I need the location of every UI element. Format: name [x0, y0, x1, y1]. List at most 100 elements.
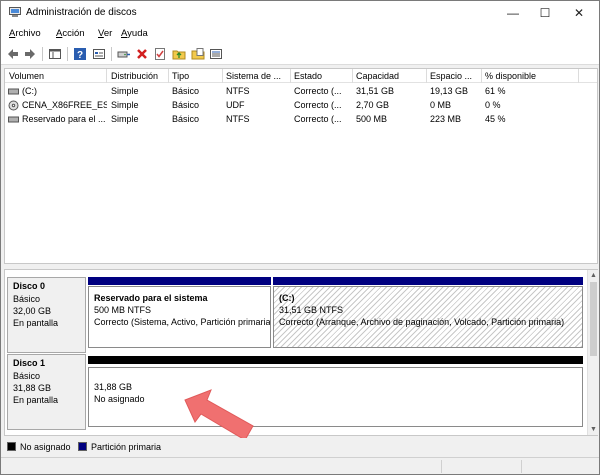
- properties-icon[interactable]: [92, 47, 106, 61]
- disk-size: 31,88 GB: [13, 383, 52, 393]
- cell-layout: Simple: [111, 114, 139, 124]
- column-divider[interactable]: [578, 69, 579, 83]
- toolbar-separator: [111, 47, 112, 61]
- cell-free-space: 0 MB: [430, 100, 452, 110]
- minimize-button[interactable]: —: [497, 1, 529, 25]
- volume-row[interactable]: (C:) Simple Básico NTFS Correcto (... 31…: [5, 84, 597, 98]
- cell-type: Básico: [172, 86, 200, 96]
- cell-percent-free: 61 %: [485, 86, 506, 96]
- column-divider[interactable]: [481, 69, 482, 83]
- cell-capacity: 31,51 GB: [356, 86, 395, 96]
- disk-name: Disco 1: [13, 358, 46, 368]
- column-divider[interactable]: [352, 69, 353, 83]
- volume-row[interactable]: Reservado para el ... Simple Básico NTFS…: [5, 112, 597, 126]
- column-divider[interactable]: [222, 69, 223, 83]
- cell-free-space: 19,13 GB: [430, 86, 469, 96]
- cell-filesystem: NTFS: [226, 86, 250, 96]
- partition-unallocated[interactable]: 31,88 GB No asignado: [88, 367, 583, 427]
- disk-state: En pantalla: [13, 395, 59, 405]
- column-header-espacio[interactable]: Espacio ...: [430, 71, 472, 81]
- forward-arrow-icon[interactable]: [23, 47, 37, 61]
- vertical-scrollbar[interactable]: ▲ ▼: [587, 270, 598, 435]
- column-divider[interactable]: [290, 69, 291, 83]
- volume-list: Volumen Distribución Tipo Sistema de ...…: [4, 68, 598, 264]
- partition-status: No asignado: [94, 394, 145, 404]
- menu-accion[interactable]: Acción: [56, 28, 85, 39]
- column-header-sistema[interactable]: Sistema de ...: [226, 71, 281, 81]
- legend-label: Partición primaria: [91, 442, 162, 452]
- connect-drive-icon[interactable]: [117, 47, 131, 61]
- disk-type: Básico: [13, 371, 41, 381]
- partition-status: Correcto (Arranque, Archivo de paginació…: [279, 317, 565, 327]
- cell-volume: Reservado para el ...: [22, 114, 106, 124]
- cell-capacity: 2,70 GB: [356, 100, 390, 110]
- legend-label: No asignado: [20, 442, 71, 452]
- column-header-estado[interactable]: Estado: [294, 71, 322, 81]
- cell-status: Correcto (...: [294, 114, 342, 124]
- legend: No asignado Partición primaria: [1, 438, 599, 456]
- toolbar-separator: [42, 47, 43, 61]
- volume-row[interactable]: CENA_X86FREE_ES... Simple Básico UDF Cor…: [5, 98, 597, 112]
- cell-percent-free: 45 %: [485, 114, 506, 124]
- list-view-icon[interactable]: [209, 47, 223, 61]
- delete-icon[interactable]: [135, 47, 149, 61]
- cell-layout: Simple: [111, 86, 139, 96]
- partition-title: Reservado para el sistema: [94, 293, 208, 303]
- folder-up-icon[interactable]: [172, 47, 186, 61]
- partition-size: 500 MB NTFS: [94, 305, 152, 315]
- partition-bar-primary: [273, 277, 583, 285]
- volume-icon: [8, 116, 19, 123]
- partition-title: (C:): [279, 293, 295, 303]
- column-header-volumen[interactable]: Volumen: [9, 71, 44, 81]
- menu-ayuda[interactable]: Ayuda: [121, 28, 148, 39]
- scroll-down-icon[interactable]: ▼: [589, 425, 598, 434]
- cell-type: Básico: [172, 100, 200, 110]
- help-icon[interactable]: ?: [73, 47, 87, 61]
- volume-list-header: Volumen Distribución Tipo Sistema de ...…: [5, 69, 597, 83]
- disk-type: Básico: [13, 294, 41, 304]
- disk-graphical-view: Disco 0 Básico 32,00 GB En pantalla Rese…: [4, 269, 598, 436]
- partition-size: 31,88 GB: [94, 382, 133, 392]
- column-divider[interactable]: [106, 69, 107, 83]
- open-folder-icon[interactable]: [191, 47, 205, 61]
- disk-state: En pantalla: [13, 318, 59, 328]
- disk-0-label[interactable]: Disco 0 Básico 32,00 GB En pantalla: [7, 277, 86, 353]
- column-header-capacidad[interactable]: Capacidad: [356, 71, 399, 81]
- disk-management-window: Administración de discos — ☐ ✕ Archivo A…: [0, 0, 600, 475]
- close-button[interactable]: ✕: [563, 1, 595, 25]
- console-view-icon[interactable]: [48, 47, 62, 61]
- cell-volume: (C:): [22, 86, 37, 96]
- scroll-up-icon[interactable]: ▲: [589, 271, 598, 280]
- partition-size: 31,51 GB NTFS: [279, 305, 344, 315]
- column-divider[interactable]: [168, 69, 169, 83]
- status-bar: [1, 457, 599, 474]
- partition-status: Correcto (Sistema, Activo, Partición pri…: [94, 317, 271, 327]
- svg-text:?: ?: [77, 50, 83, 61]
- maximize-button[interactable]: ☐: [529, 1, 561, 25]
- disk-name: Disco 0: [13, 281, 46, 291]
- toolbar-separator: [67, 47, 68, 61]
- cell-volume: CENA_X86FREE_ES...: [22, 100, 107, 110]
- partition-c-drive[interactable]: (C:) 31,51 GB NTFS Correcto (Arranque, A…: [273, 286, 583, 348]
- check-icon[interactable]: [153, 47, 167, 61]
- column-divider[interactable]: [426, 69, 427, 83]
- back-arrow-icon[interactable]: [6, 47, 20, 61]
- scrollbar-thumb[interactable]: [590, 282, 597, 356]
- partition-reservado-sistema[interactable]: Reservado para el sistema 500 MB NTFS Co…: [88, 286, 271, 348]
- title-bar: Administración de discos — ☐ ✕: [1, 1, 599, 25]
- window-title: Administración de discos: [26, 7, 137, 18]
- menu-archivo[interactable]: Archivo: [9, 28, 41, 39]
- disk-size: 32,00 GB: [13, 306, 52, 316]
- column-header-disponible[interactable]: % disponible: [485, 71, 536, 81]
- cell-filesystem: UDF: [226, 100, 245, 110]
- cd-drive-icon: [8, 100, 19, 111]
- disk-management-app-icon: [9, 7, 21, 17]
- column-header-tipo[interactable]: Tipo: [172, 71, 189, 81]
- status-cell: [521, 460, 522, 473]
- cell-capacity: 500 MB: [356, 114, 388, 124]
- column-header-distribucion[interactable]: Distribución: [111, 71, 158, 81]
- menu-ver[interactable]: Ver: [98, 28, 112, 39]
- disk-1-label[interactable]: Disco 1 Básico 31,88 GB En pantalla: [7, 354, 86, 430]
- status-cell: [441, 460, 442, 473]
- cell-status: Correcto (...: [294, 100, 342, 110]
